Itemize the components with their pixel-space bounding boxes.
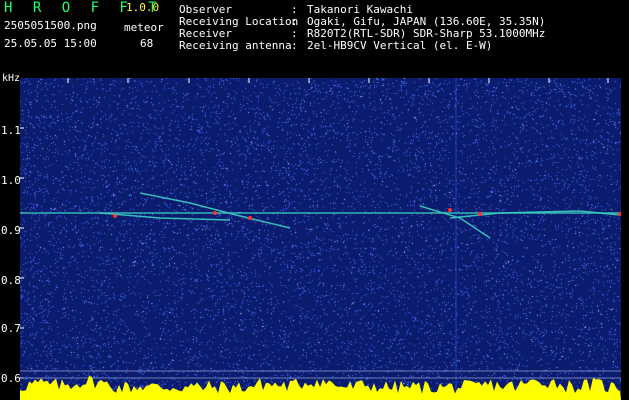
meteor-trace bbox=[419, 205, 491, 239]
y-tick-label: 0.6 bbox=[1, 372, 21, 385]
y-tick-label: 1.0 bbox=[1, 174, 21, 187]
meteor-trace bbox=[139, 192, 291, 229]
info-value: 2el-HB9CV Vertical (el. E-W) bbox=[307, 39, 493, 52]
y-tick-label: 0.9 bbox=[1, 224, 21, 237]
meteor-trace bbox=[99, 212, 231, 221]
info-key: Receiving antenna bbox=[179, 39, 292, 52]
file-name: 2505051500.png bbox=[4, 19, 97, 32]
meteor-echo-hotspot bbox=[248, 216, 252, 220]
meteor-echo-hotspot bbox=[448, 208, 452, 212]
meteor-label: meteor bbox=[124, 21, 164, 34]
y-axis-unit: kHz bbox=[2, 73, 21, 84]
hroft-window: H R O F F T 1.0.0 2505051500.png meteor … bbox=[0, 0, 629, 400]
date-time: 25.05.05 15:00 bbox=[4, 37, 97, 50]
power-baseline bbox=[20, 375, 621, 400]
y-tick-label: 0.7 bbox=[1, 322, 21, 335]
meteor-count: 68 bbox=[140, 37, 154, 50]
meteor-echo-hotspot bbox=[113, 214, 117, 218]
y-tick-label: 0.8 bbox=[1, 274, 21, 287]
y-tick-label: 1.1 bbox=[1, 124, 21, 137]
meteor-echo-hotspot bbox=[478, 212, 482, 216]
spectrogram-plot bbox=[20, 78, 621, 400]
spectrogram-overlay bbox=[20, 78, 621, 400]
info-sep: : bbox=[291, 39, 298, 52]
meteor-trace bbox=[449, 210, 621, 219]
meteor-echo-hotspot bbox=[213, 211, 217, 215]
app-version: 1.0.0 bbox=[126, 1, 160, 14]
